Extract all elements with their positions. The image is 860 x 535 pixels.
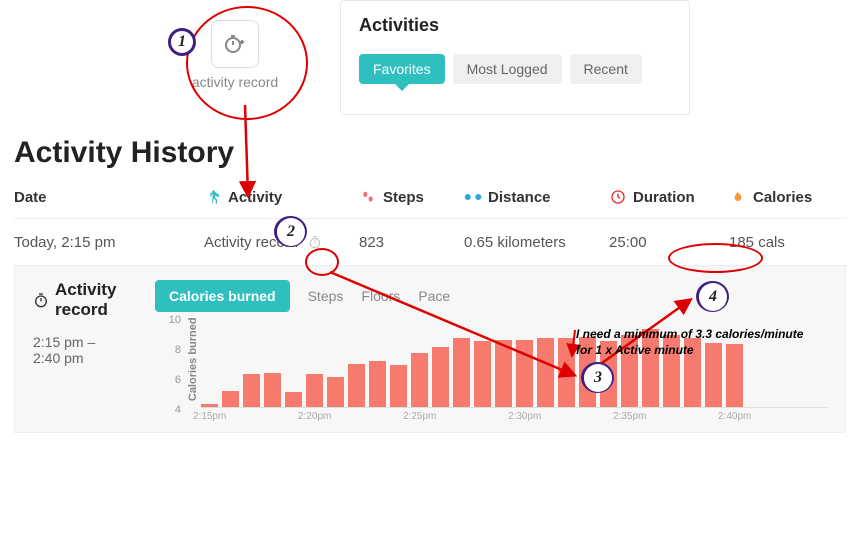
activity-table-header: Date Activity Steps Distance Duration	[14, 188, 846, 219]
tab-recent[interactable]: Recent	[570, 54, 642, 84]
activities-title: Activities	[359, 15, 671, 36]
chart-bar	[537, 338, 554, 407]
tab-most-logged[interactable]: Most Logged	[453, 54, 562, 84]
activity-detail-card: Activity record 2:15 pm – 2:40 pm Calori…	[14, 265, 846, 433]
chart-bar	[264, 373, 281, 408]
col-duration: Duration	[609, 188, 729, 206]
chart-bar	[663, 335, 680, 407]
detail-timerange: 2:15 pm – 2:40 pm	[33, 334, 125, 366]
chart-bar	[369, 361, 386, 408]
calories-chart: Calories burned 46810 2:15pm2:20pm2:25pm…	[155, 318, 827, 422]
activity-record-label: activity record	[150, 74, 320, 90]
chart-bar	[222, 391, 239, 408]
chart-bar	[558, 338, 575, 407]
chart-bar	[474, 341, 491, 407]
chart-bar	[348, 364, 365, 408]
detail-tab-floors[interactable]: Floors	[361, 288, 400, 304]
chart-bar	[453, 338, 470, 407]
col-date: Date	[14, 189, 204, 206]
cell-steps: 823	[359, 234, 464, 251]
cell-calories: 185 cals	[729, 234, 849, 251]
chart-bar	[390, 365, 407, 407]
chart-bar	[642, 329, 659, 407]
walk-icon	[204, 188, 222, 206]
cell-duration: 25:00	[609, 234, 729, 251]
chart-bar	[495, 340, 512, 408]
tab-favorites[interactable]: Favorites	[359, 54, 445, 84]
activity-record-card[interactable]: activity record	[150, 5, 320, 125]
detail-tab-steps[interactable]: Steps	[308, 288, 344, 304]
chart-bar	[600, 341, 617, 407]
chart-bar	[579, 337, 596, 408]
col-calories: Calories	[729, 188, 849, 206]
cell-distance: 0.65 kilometers	[464, 234, 609, 251]
page-title: Activity History	[14, 136, 860, 170]
chart-bar	[516, 340, 533, 408]
activities-card: Activities Favorites Most Logged Recent	[340, 0, 690, 115]
chart-bar	[201, 404, 218, 407]
detail-tab-calories[interactable]: Calories burned	[155, 280, 290, 312]
distance-icon	[464, 188, 482, 206]
stopwatch-icon	[33, 291, 49, 309]
cell-activity: Activity record	[204, 233, 359, 251]
chart-bar	[705, 343, 722, 408]
col-steps: Steps	[359, 188, 464, 206]
chart-bar	[432, 347, 449, 407]
stopwatch-plus-icon	[211, 20, 259, 68]
col-distance: Distance	[464, 188, 609, 206]
detail-tab-pace[interactable]: Pace	[418, 288, 450, 304]
chart-bar	[327, 377, 344, 407]
col-activity: Activity	[204, 188, 359, 206]
chart-bar	[726, 344, 743, 407]
chart-y-title: Calories burned	[187, 317, 199, 401]
table-row[interactable]: Today, 2:15 pm Activity record 823 0.65 …	[14, 219, 846, 265]
chart-bar	[285, 392, 302, 407]
detail-title: Activity record	[55, 280, 125, 320]
chart-bar	[243, 374, 260, 407]
stopwatch-icon	[306, 233, 324, 251]
chart-bar	[411, 353, 428, 407]
flame-icon	[729, 188, 747, 206]
chart-bar	[684, 338, 701, 407]
steps-icon	[359, 188, 377, 206]
clock-icon	[609, 188, 627, 206]
cell-date: Today, 2:15 pm	[14, 234, 204, 251]
chart-bar	[621, 335, 638, 407]
chart-bar	[306, 374, 323, 407]
